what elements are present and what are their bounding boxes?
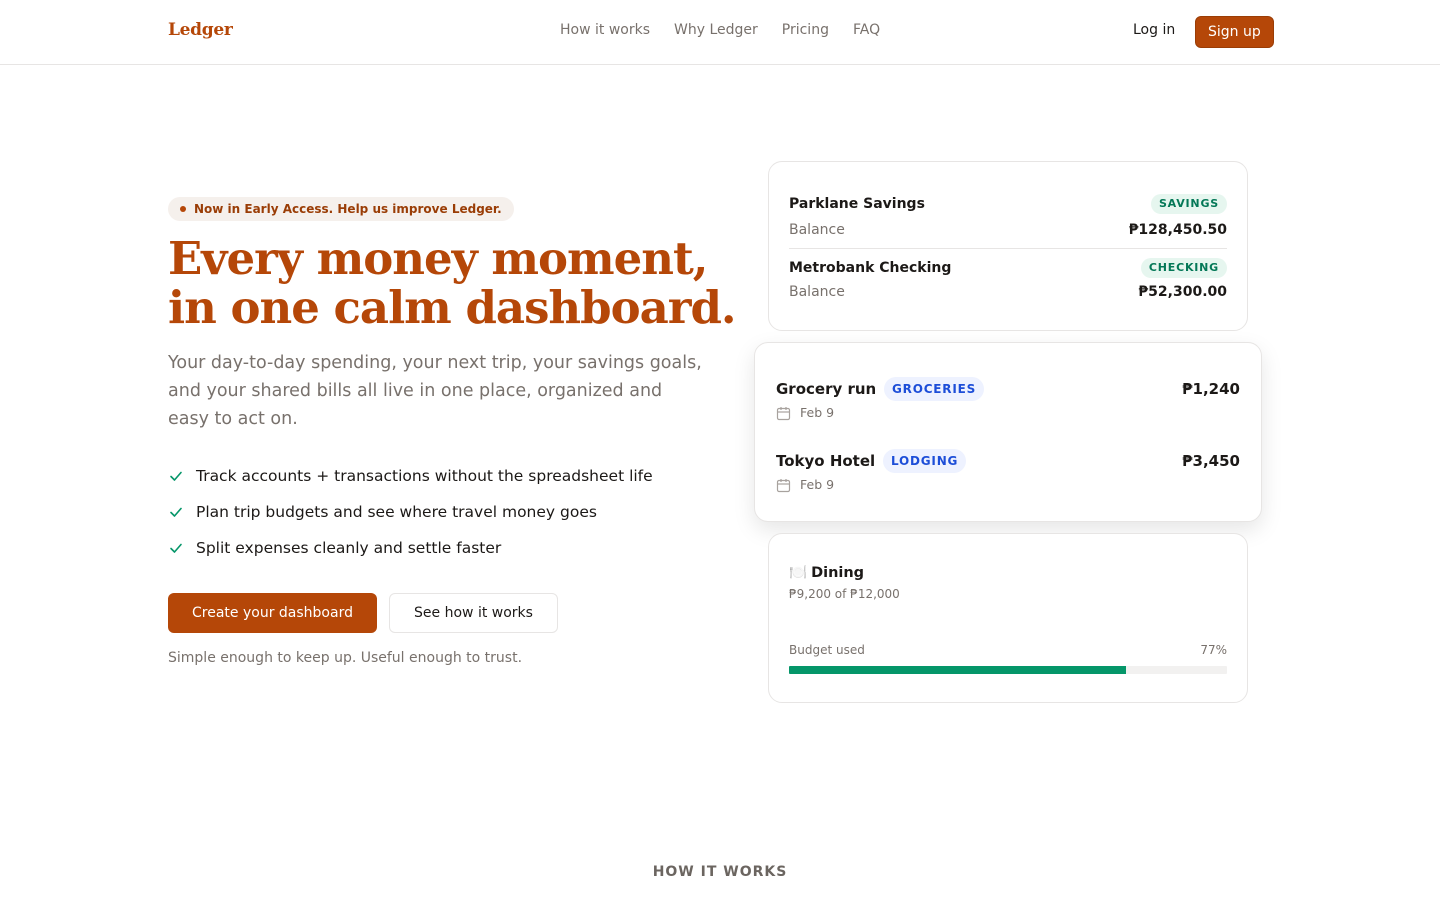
transaction-date: Feb 9 [776, 405, 834, 421]
feature-item: Plan trip budgets and see where travel m… [168, 500, 653, 536]
feature-item: Split expenses cleanly and settle faster [168, 536, 653, 572]
transactions-card: Grocery run GROCERIES ₱1,240 Feb 9 Tokyo… [754, 342, 1262, 522]
login-link[interactable]: Log in [1133, 22, 1175, 38]
early-access-badge: Now in Early Access. Help us improve Led… [168, 197, 514, 221]
calendar-icon [776, 479, 791, 493]
transaction-row: Tokyo Hotel LODGING ₱3,450 Feb 9 [776, 448, 1240, 520]
hero-tagline: Simple enough to keep up. Useful enough … [168, 650, 523, 666]
feature-text: Track accounts + transactions without th… [196, 467, 653, 485]
headline-line-1: Every money moment, [168, 232, 708, 285]
status-dot [180, 206, 186, 212]
early-access-text: Now in Early Access. Help us improve Led… [194, 202, 502, 216]
account-type-badge: CHECKING [1140, 258, 1227, 278]
budget-category: Dining [811, 565, 865, 581]
balance-label: Balance [789, 222, 845, 238]
budget-card: 🍽️ Dining ₱9,200 of ₱12,000 Budget used 7… [768, 533, 1248, 703]
see-how-it-works-button[interactable]: See how it works [389, 593, 558, 633]
top-navigation-bar: Ledger How it works Why Ledger Pricing F… [0, 0, 1440, 65]
check-icon [170, 471, 182, 481]
transaction-title: Grocery run [776, 380, 877, 398]
date-text: Feb 9 [800, 477, 835, 492]
transaction-amount: ₱3,450 [1182, 452, 1240, 470]
feature-text: Split expenses cleanly and settle faster [196, 539, 502, 557]
dining-icon: 🍽️ [789, 565, 808, 581]
account-type-badge: SAVINGS [1150, 194, 1227, 214]
account-name: Metrobank Checking [789, 260, 952, 276]
main-nav: How it works Why Ledger Pricing FAQ [560, 22, 880, 38]
budget-used-label: Budget used [789, 643, 865, 657]
feature-item: Track accounts + transactions without th… [168, 464, 653, 500]
transaction-row: Grocery run GROCERIES ₱1,240 Feb 9 [776, 376, 1240, 448]
transaction-title: Tokyo Hotel [776, 452, 876, 470]
feature-list: Track accounts + transactions without th… [168, 464, 653, 572]
budget-progress-bar [789, 666, 1227, 674]
transaction-amount: ₱1,240 [1182, 380, 1240, 398]
calendar-icon [776, 407, 791, 421]
date-text: Feb 9 [800, 405, 835, 420]
hero-headline: Every money moment, in one calm dashboar… [168, 234, 748, 332]
budget-title: 🍽️ Dining [789, 564, 864, 581]
account-balance: ₱52,300.00 [1138, 284, 1227, 300]
nav-link-why-ledger[interactable]: Why Ledger [674, 22, 758, 38]
nav-link-how-it-works[interactable]: How it works [560, 22, 650, 38]
feature-text: Plan trip budgets and see where travel m… [196, 503, 597, 521]
accounts-card: Parklane Savings SAVINGS Balance ₱128,45… [768, 161, 1248, 331]
hero-subtext: Your day-to-day spending, your next trip… [168, 353, 702, 429]
category-badge: GROCERIES [884, 377, 985, 401]
signup-button[interactable]: Sign up [1195, 16, 1274, 48]
account-balance: ₱128,450.50 [1128, 222, 1227, 238]
account-row: Metrobank Checking CHECKING Balance ₱52,… [789, 248, 1227, 310]
nav-link-pricing[interactable]: Pricing [782, 22, 829, 38]
account-row: Parklane Savings SAVINGS Balance ₱128,45… [789, 186, 1227, 248]
budget-progress-fill [789, 666, 1127, 674]
how-it-works-section-label: HOW IT WORKS [652, 864, 788, 880]
headline-line-2: in one calm dashboard. [168, 281, 737, 334]
brand-logo[interactable]: Ledger [168, 20, 233, 40]
category-badge: LODGING [883, 449, 967, 473]
nav-link-faq[interactable]: FAQ [853, 22, 880, 38]
check-icon [170, 543, 182, 553]
create-dashboard-button[interactable]: Create your dashboard [168, 593, 377, 633]
account-name: Parklane Savings [789, 196, 925, 212]
budget-summary: ₱9,200 of ₱12,000 [789, 587, 900, 601]
transaction-date: Feb 9 [776, 477, 834, 493]
balance-label: Balance [789, 284, 845, 300]
budget-used-percent: 77% [1200, 643, 1227, 657]
check-icon [170, 507, 182, 517]
